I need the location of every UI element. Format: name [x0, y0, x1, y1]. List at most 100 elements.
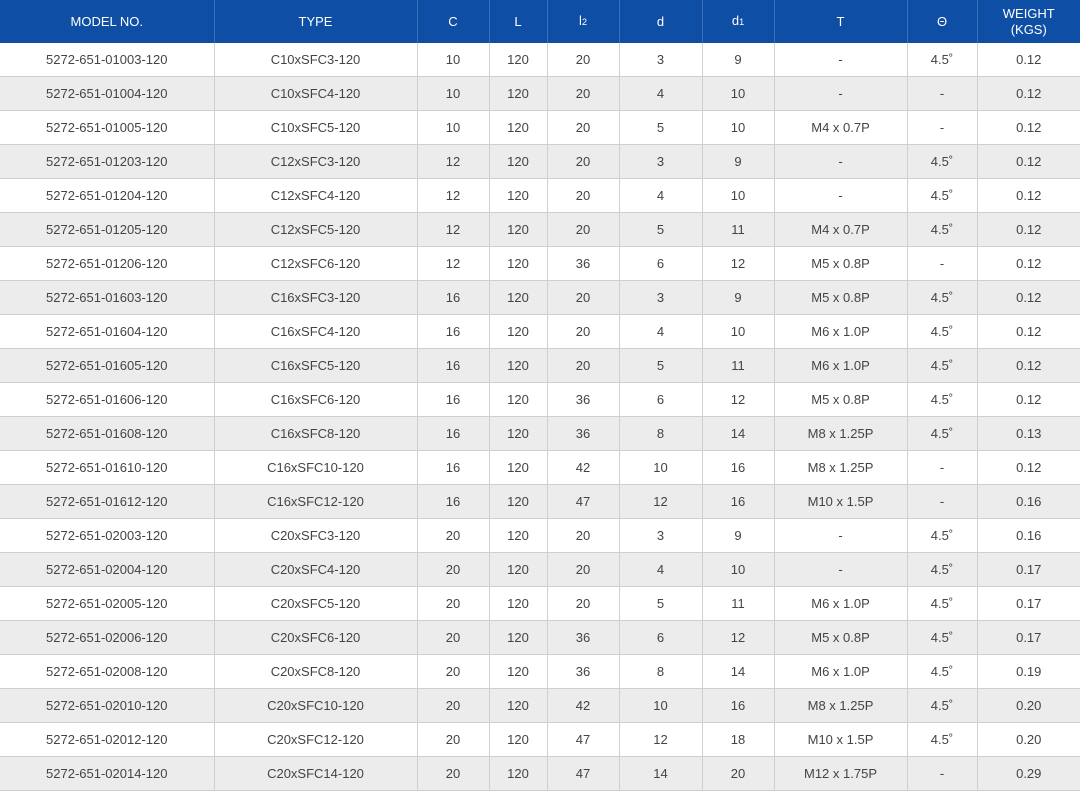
- type-cell: C16xSFC12-120: [214, 484, 418, 519]
- weight-cell: 0.12: [977, 110, 1080, 145]
- d1-cell: 9: [702, 43, 775, 77]
- weight-cell: 0.12: [977, 348, 1080, 383]
- table-row: 5272-651-01605-120 C16xSFC5-120 16 120 20 5 11…: [0, 348, 1080, 383]
- model-no-cell: 5272-651-01005-120: [0, 110, 215, 145]
- table-row: 5272-651-01005-120 C10xSFC5-120 10 120 20 5 10…: [0, 110, 1080, 145]
- d1-cell: 16: [702, 688, 775, 723]
- theta-cell: 4.5˚: [907, 552, 978, 587]
- type-cell: C16xSFC10-120: [214, 450, 418, 485]
- l2-cell: 20: [547, 518, 620, 553]
- weight-cell: 0.16: [977, 518, 1080, 553]
- theta-cell: 4.5˚: [907, 348, 978, 383]
- l2-cell: 42: [547, 688, 620, 723]
- theta-cell: -: [907, 110, 978, 145]
- c-cell: 20: [417, 756, 490, 791]
- c-cell: 16: [417, 280, 490, 315]
- t-cell: M6 x 1.0P: [774, 314, 908, 349]
- weight-cell: 0.12: [977, 246, 1080, 281]
- header-d1-subscript: 1: [739, 17, 745, 27]
- t-cell: M4 x 0.7P: [774, 110, 908, 145]
- l2-cell: 20: [547, 348, 620, 383]
- model-no-cell: 5272-651-01603-120: [0, 280, 215, 315]
- t-cell: -: [774, 76, 908, 111]
- header-t: T: [774, 0, 908, 43]
- model-no-cell: 5272-651-02003-120: [0, 518, 215, 553]
- l-cell: 120: [489, 552, 548, 587]
- table-row: 5272-651-02005-120 C20xSFC5-120 20 120 20 5 11…: [0, 586, 1080, 621]
- type-cell: C12xSFC4-120: [214, 178, 418, 213]
- d-cell: 10: [619, 450, 703, 485]
- type-cell: C20xSFC3-120: [214, 518, 418, 553]
- table-row: 5272-651-02008-120 C20xSFC8-120 20 120 36 8 14…: [0, 654, 1080, 689]
- d-cell: 12: [619, 484, 703, 519]
- c-cell: 16: [417, 314, 490, 349]
- l2-cell: 20: [547, 552, 620, 587]
- table-row: 5272-651-01612-120 C16xSFC12-120 16 120 47 12…: [0, 484, 1080, 519]
- theta-cell: -: [907, 76, 978, 111]
- model-no-cell: 5272-651-01610-120: [0, 450, 215, 485]
- table-row: 5272-651-01603-120 C16xSFC3-120 16 120 20 3 9 M…: [0, 280, 1080, 315]
- table-row: 5272-651-01205-120 C12xSFC5-120 12 120 20 5 11…: [0, 212, 1080, 247]
- table-row: 5272-651-01606-120 C16xSFC6-120 16 120 36 6 12…: [0, 382, 1080, 417]
- d1-cell: 12: [702, 620, 775, 655]
- l2-cell: 20: [547, 144, 620, 179]
- table-row: 5272-651-01610-120 C16xSFC10-120 16 120 42 10…: [0, 450, 1080, 485]
- l2-cell: 36: [547, 246, 620, 281]
- l2-cell: 20: [547, 314, 620, 349]
- model-no-cell: 5272-651-01004-120: [0, 76, 215, 111]
- table-row: 5272-651-01608-120 C16xSFC8-120 16 120 36 8 14…: [0, 416, 1080, 451]
- d-cell: 4: [619, 178, 703, 213]
- theta-cell: -: [907, 484, 978, 519]
- d-cell: 3: [619, 280, 703, 315]
- l-cell: 120: [489, 348, 548, 383]
- type-cell: C12xSFC3-120: [214, 144, 418, 179]
- type-cell: C16xSFC3-120: [214, 280, 418, 315]
- l2-cell: 42: [547, 450, 620, 485]
- weight-cell: 0.13: [977, 416, 1080, 451]
- d-cell: 6: [619, 246, 703, 281]
- c-cell: 12: [417, 178, 490, 213]
- t-cell: M6 x 1.0P: [774, 586, 908, 621]
- d-cell: 8: [619, 416, 703, 451]
- model-no-cell: 5272-651-01203-120: [0, 144, 215, 179]
- type-cell: C10xSFC3-120: [214, 43, 418, 77]
- header-l: L: [489, 0, 548, 43]
- l-cell: 120: [489, 620, 548, 655]
- d-cell: 6: [619, 620, 703, 655]
- type-cell: C16xSFC6-120: [214, 382, 418, 417]
- c-cell: 10: [417, 43, 490, 77]
- theta-cell: 4.5˚: [907, 280, 978, 315]
- weight-cell: 0.19: [977, 654, 1080, 689]
- t-cell: M6 x 1.0P: [774, 348, 908, 383]
- table-row: 5272-651-02004-120 C20xSFC4-120 20 120 20 4 10…: [0, 552, 1080, 587]
- theta-cell: 4.5˚: [907, 518, 978, 553]
- t-cell: M5 x 0.8P: [774, 280, 908, 315]
- type-cell: C16xSFC4-120: [214, 314, 418, 349]
- d1-cell: 10: [702, 76, 775, 111]
- table-row: 5272-651-01203-120 C12xSFC3-120 12 120 20 3 9-…: [0, 144, 1080, 179]
- d1-cell: 16: [702, 484, 775, 519]
- header-row: MODEL NO. TYPE C L l2 d d1 T Θ WEIGHT (KG…: [0, 0, 1080, 43]
- d-cell: 4: [619, 76, 703, 111]
- l2-cell: 47: [547, 722, 620, 757]
- l-cell: 120: [489, 382, 548, 417]
- d-cell: 3: [619, 43, 703, 77]
- header-c: C: [417, 0, 490, 43]
- l-cell: 120: [489, 110, 548, 145]
- d1-cell: 9: [702, 280, 775, 315]
- type-cell: C20xSFC14-120: [214, 756, 418, 791]
- l2-cell: 36: [547, 416, 620, 451]
- table-row: 5272-651-01204-120 C12xSFC4-120 12 120 20 4 10…: [0, 178, 1080, 213]
- model-no-cell: 5272-651-02014-120: [0, 756, 215, 791]
- header-d1: d1: [702, 0, 775, 43]
- c-cell: 16: [417, 416, 490, 451]
- weight-cell: 0.17: [977, 552, 1080, 587]
- d1-cell: 11: [702, 212, 775, 247]
- c-cell: 20: [417, 654, 490, 689]
- theta-cell: -: [907, 246, 978, 281]
- l-cell: 120: [489, 43, 548, 77]
- model-no-cell: 5272-651-01606-120: [0, 382, 215, 417]
- l-cell: 120: [489, 212, 548, 247]
- theta-cell: 4.5˚: [907, 586, 978, 621]
- c-cell: 16: [417, 348, 490, 383]
